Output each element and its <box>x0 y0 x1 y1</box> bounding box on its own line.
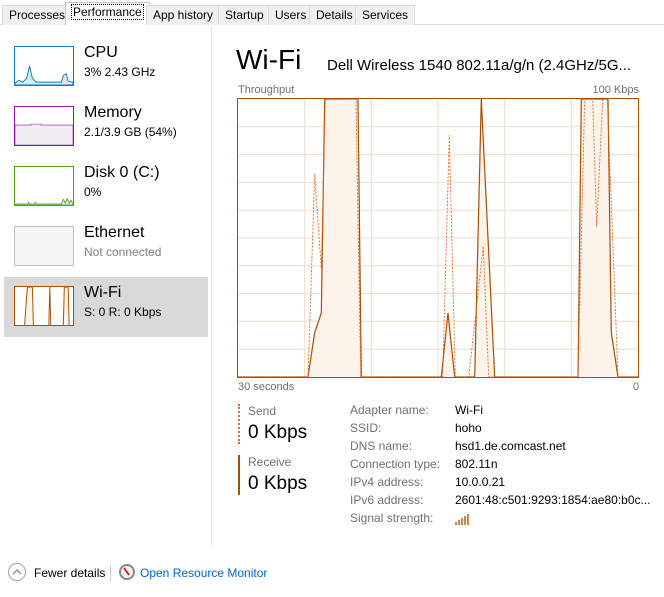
tab-performance-label: Performance <box>71 4 144 20</box>
property-key: IPv6 address: <box>350 493 424 507</box>
throughput-label: Throughput <box>238 84 295 96</box>
property-key: Adapter name: <box>350 403 429 417</box>
sidebar-item-name: Ethernet <box>84 224 145 241</box>
cpu-thumbnail-graph <box>14 46 74 86</box>
throughput-chart <box>237 98 639 378</box>
sidebar-item-wifi[interactable]: Wi-Fi S: 0 R: 0 Kbps <box>4 277 208 337</box>
sidebar-item-ethernet[interactable]: Ethernet Not connected <box>4 220 208 280</box>
property-value: 802.11n <box>455 457 498 471</box>
adapter-description: Dell Wireless 1540 802.11a/g/n (2.4GHz/5… <box>327 57 632 74</box>
property-value: hoho <box>455 421 482 435</box>
send-label: Send <box>248 404 277 418</box>
property-value: 2601:48:c501:9293:1854:ae80:b0c... <box>455 493 651 507</box>
max-throughput-label: 100 Kbps <box>592 84 639 96</box>
sidebar-item-sub: 0% <box>84 185 102 199</box>
tab-bar: Processes Performance App history Startu… <box>0 0 664 25</box>
sidebar-item-sub: 2.1/3.9 GB (54%) <box>84 125 177 139</box>
property-key: Signal strength: <box>350 511 434 525</box>
sidebar-item-name: CPU <box>84 44 118 61</box>
sidebar-item-name: Memory <box>84 104 142 121</box>
footer: Fewer details Open Resource Monitor <box>0 560 664 586</box>
sidebar-item-cpu[interactable]: CPU 3% 2.43 GHz <box>4 40 208 100</box>
tab-details[interactable]: Details <box>309 5 360 25</box>
chevron-up-icon[interactable] <box>8 563 26 581</box>
tab-startup[interactable]: Startup <box>218 5 271 25</box>
tab-app-history[interactable]: App history <box>146 5 221 25</box>
tab-users[interactable]: Users <box>268 5 314 25</box>
disk-thumbnail-graph <box>14 166 74 206</box>
property-value: hsd1.de.comcast.net <box>455 439 566 453</box>
footer-divider <box>110 565 111 581</box>
receive-stat: Receive 0 Kbps <box>238 455 328 495</box>
sidebar-item-disk[interactable]: Disk 0 (C:) 0% <box>4 160 208 220</box>
send-stat: Send 0 Kbps <box>238 404 328 444</box>
page-title: Wi-Fi <box>236 44 302 75</box>
property-key: IPv4 address: <box>350 475 424 489</box>
receive-value: 0 Kbps <box>248 473 308 494</box>
property-key: SSID: <box>350 421 382 435</box>
send-value: 0 Kbps <box>248 422 308 443</box>
open-resource-monitor-link[interactable]: Open Resource Monitor <box>140 566 267 580</box>
property-value: Wi-Fi <box>455 403 483 417</box>
property-key: Connection type: <box>350 457 441 471</box>
signal-strength-icon <box>455 513 471 528</box>
memory-thumbnail-graph <box>14 106 74 146</box>
x-axis-right-label: 0 <box>633 381 640 393</box>
fewer-details-button[interactable]: Fewer details <box>34 566 105 580</box>
resource-sidebar: CPU 3% 2.43 GHz Memory 2.1/3.9 GB (54%) … <box>0 26 212 546</box>
sidebar-item-sub: Not connected <box>84 245 162 259</box>
property-value: 10.0.0.21 <box>455 475 506 489</box>
ethernet-thumbnail-graph <box>14 226 74 266</box>
tab-services[interactable]: Services <box>355 5 416 25</box>
sidebar-item-sub: S: 0 R: 0 Kbps <box>84 305 162 319</box>
sidebar-item-name: Disk 0 (C:) <box>84 164 160 181</box>
tab-performance[interactable]: Performance <box>65 2 150 25</box>
x-axis-left-label: 30 seconds <box>238 381 295 393</box>
resource-monitor-icon <box>119 564 135 580</box>
sidebar-item-sub: 3% 2.43 GHz <box>84 65 156 79</box>
sidebar-item-memory[interactable]: Memory 2.1/3.9 GB (54%) <box>4 100 208 160</box>
receive-label: Receive <box>248 455 292 469</box>
sidebar-item-name: Wi-Fi <box>84 284 122 301</box>
property-key: DNS name: <box>350 439 413 453</box>
tab-processes[interactable]: Processes <box>2 5 73 25</box>
wifi-thumbnail-graph <box>14 286 74 326</box>
